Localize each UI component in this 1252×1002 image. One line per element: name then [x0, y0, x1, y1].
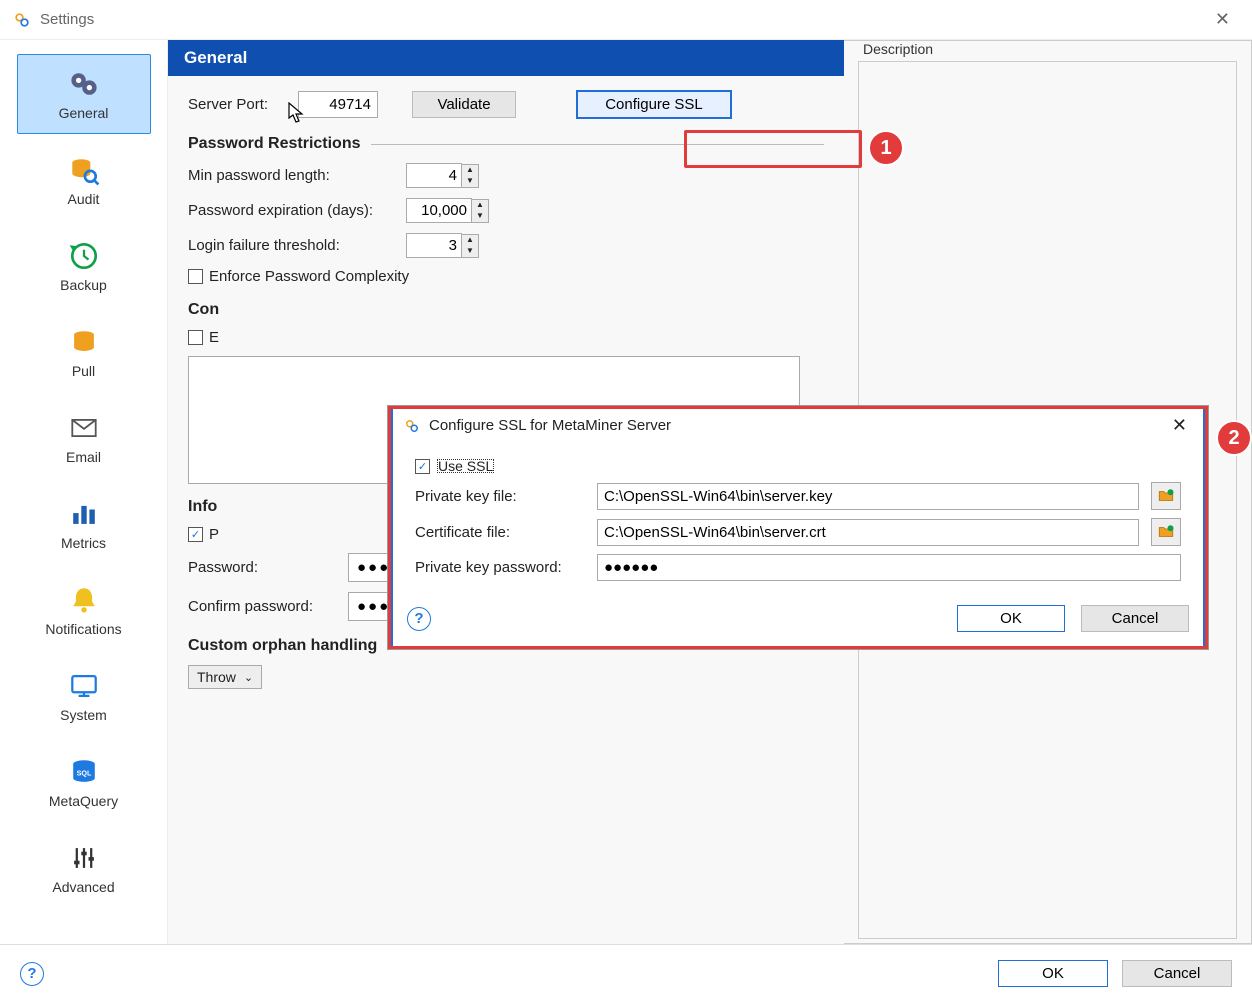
- private-key-file-label: Private key file:: [415, 488, 585, 505]
- certificate-file-input[interactable]: [597, 519, 1139, 546]
- use-ssl-checkbox[interactable]: ✓Use SSL: [415, 458, 495, 474]
- panel-header: General: [168, 40, 844, 76]
- ok-button[interactable]: OK: [998, 960, 1108, 987]
- help-icon[interactable]: ?: [20, 962, 44, 986]
- sql-database-icon: SQL: [64, 755, 104, 789]
- info-p-checkbox[interactable]: ✓P: [188, 526, 219, 543]
- sidebar-item-label: General: [59, 105, 109, 121]
- bell-icon: [64, 583, 104, 617]
- min-pw-length-spinner[interactable]: ▲▼: [406, 163, 479, 188]
- dialog-close-icon[interactable]: ✕: [1166, 415, 1193, 436]
- dialog-cancel-button[interactable]: Cancel: [1081, 605, 1189, 632]
- window-title: Settings: [40, 11, 1205, 28]
- cursor-icon: [288, 102, 306, 127]
- svg-text:SQL: SQL: [76, 769, 91, 778]
- dialog-title: Configure SSL for MetaMiner Server: [429, 417, 1158, 434]
- certificate-file-label: Certificate file:: [415, 524, 585, 541]
- app-icon: [403, 417, 421, 435]
- server-port-input[interactable]: [298, 91, 378, 118]
- spinner-down-icon[interactable]: ▼: [462, 176, 478, 187]
- private-key-file-input[interactable]: [597, 483, 1139, 510]
- server-port-label: Server Port:: [188, 96, 288, 113]
- database-icon: [64, 325, 104, 359]
- sidebar-item-pull[interactable]: Pull: [17, 312, 151, 392]
- sidebar-item-label: Notifications: [45, 621, 121, 637]
- sidebar-item-metrics[interactable]: Metrics: [17, 484, 151, 564]
- password-restrictions-heading: Password Restrictions: [188, 135, 824, 153]
- titlebar: Settings ✕: [0, 0, 1252, 40]
- enforce-pw-complexity-checkbox[interactable]: Enforce Password Complexity: [188, 268, 409, 285]
- callout-2-badge: 2: [1216, 420, 1252, 456]
- clock-restore-icon: [64, 239, 104, 273]
- sidebar-item-general[interactable]: General: [17, 54, 151, 134]
- spinner-up-icon[interactable]: ▲: [462, 165, 478, 176]
- monitor-icon: [64, 669, 104, 703]
- gears-icon: [64, 67, 104, 101]
- bar-chart-icon: [64, 497, 104, 531]
- spinner-down-icon[interactable]: ▼: [472, 211, 488, 222]
- dialog-ok-button[interactable]: OK: [957, 605, 1065, 632]
- min-pw-length-label: Min password length:: [188, 167, 396, 184]
- sidebar-item-label: System: [60, 707, 107, 723]
- sidebar-item-email[interactable]: Email: [17, 398, 151, 478]
- database-search-icon: [64, 153, 104, 187]
- sidebar-item-label: Backup: [60, 277, 107, 293]
- sidebar-item-label: Audit: [68, 191, 100, 207]
- chevron-down-icon: ⌄: [244, 671, 253, 684]
- sidebar-item-label: Email: [66, 449, 101, 465]
- sliders-icon: [64, 841, 104, 875]
- private-key-password-input[interactable]: [597, 554, 1181, 581]
- window-close-icon[interactable]: ✕: [1205, 5, 1240, 34]
- confirm-password-label: Confirm password:: [188, 598, 338, 615]
- envelope-icon: [64, 411, 104, 445]
- sidebar-item-label: Advanced: [52, 879, 114, 895]
- password-label: Password:: [188, 559, 338, 576]
- con-heading: Con: [188, 301, 824, 319]
- spinner-down-icon[interactable]: ▼: [462, 246, 478, 257]
- help-icon[interactable]: ?: [407, 607, 431, 631]
- spinner-up-icon[interactable]: ▲: [472, 200, 488, 211]
- cancel-button[interactable]: Cancel: [1122, 960, 1232, 987]
- configure-ssl-button[interactable]: Configure SSL: [576, 90, 732, 119]
- spinner-up-icon[interactable]: ▲: [462, 235, 478, 246]
- configure-ssl-dialog: Configure SSL for MetaMiner Server ✕ ✓Us…: [388, 406, 1208, 649]
- pw-expiration-label: Password expiration (days):: [188, 202, 396, 219]
- browse-certificate-button[interactable]: [1151, 518, 1181, 546]
- callout-1-badge: 1: [868, 130, 904, 166]
- orphan-handling-dropdown[interactable]: Throw⌄: [188, 665, 262, 689]
- sidebar-item-label: Metrics: [61, 535, 106, 551]
- sidebar-item-label: MetaQuery: [49, 793, 118, 809]
- private-key-password-label: Private key password:: [415, 559, 585, 576]
- con-e-checkbox[interactable]: E: [188, 329, 219, 346]
- description-legend: Description: [859, 41, 937, 57]
- browse-private-key-button[interactable]: [1151, 482, 1181, 510]
- sidebar-item-backup[interactable]: Backup: [17, 226, 151, 306]
- login-fail-spinner[interactable]: ▲▼: [406, 233, 479, 258]
- sidebar-item-metaquery[interactable]: SQL MetaQuery: [17, 742, 151, 822]
- pw-expiration-spinner[interactable]: ▲▼: [406, 198, 489, 223]
- sidebar-item-system[interactable]: System: [17, 656, 151, 736]
- bottom-bar: ? OK Cancel: [0, 944, 1252, 1002]
- sidebar-item-advanced[interactable]: Advanced: [17, 828, 151, 908]
- settings-sidebar: General Audit Backup Pull Email Metrics: [0, 40, 168, 944]
- login-fail-label: Login failure threshold:: [188, 237, 396, 254]
- sidebar-item-label: Pull: [72, 363, 95, 379]
- sidebar-item-audit[interactable]: Audit: [17, 140, 151, 220]
- app-icon: [12, 10, 32, 30]
- sidebar-item-notifications[interactable]: Notifications: [17, 570, 151, 650]
- validate-button[interactable]: Validate: [412, 91, 516, 118]
